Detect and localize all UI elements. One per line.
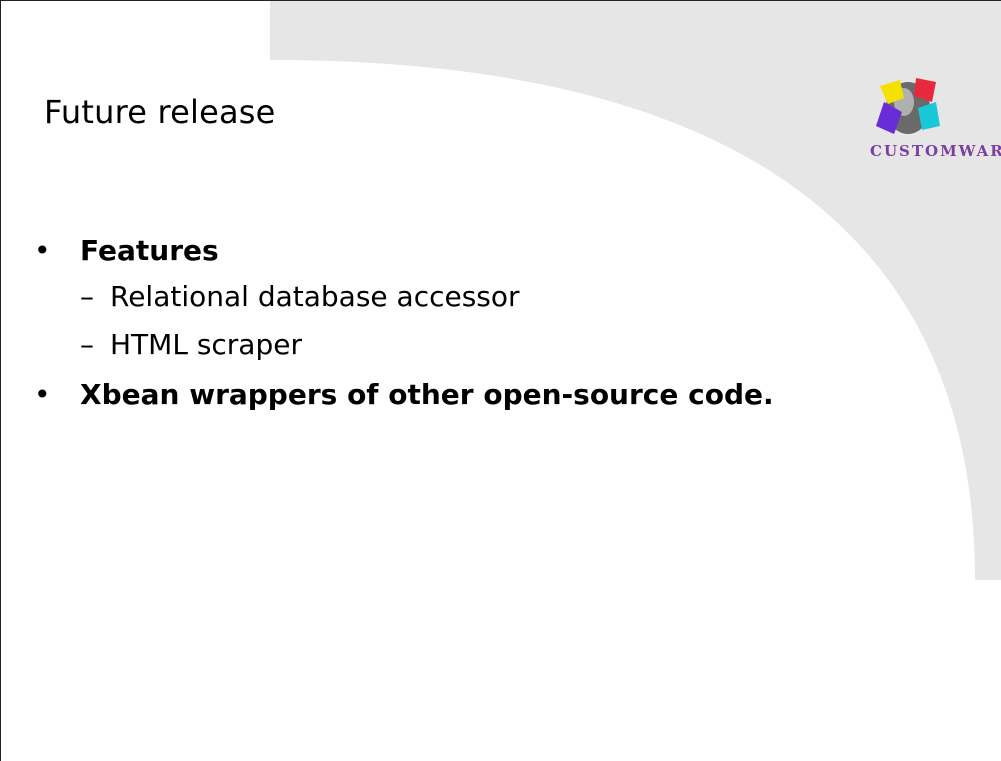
bullet-list: • Features – Relational database accesso… bbox=[26, 230, 886, 422]
bullet-marker: • bbox=[34, 234, 51, 267]
slide: Future release CUSTOMWARE • Features – R… bbox=[0, 0, 1001, 761]
bullet-text: Xbean wrappers of other open-source code… bbox=[80, 378, 774, 411]
customware-logo: CUSTOMWARE bbox=[866, 72, 1001, 168]
sub-bullet-text: HTML scraper bbox=[110, 328, 302, 361]
sub-bullet-marker: – bbox=[80, 328, 94, 361]
bullet-item: • Xbean wrappers of other open-source co… bbox=[26, 374, 886, 416]
sub-bullet-text: Relational database accessor bbox=[110, 280, 520, 313]
slide-title: Future release bbox=[44, 93, 276, 131]
top-border bbox=[0, 0, 1001, 1]
sub-bullet-list: – Relational database accessor – HTML sc… bbox=[80, 276, 886, 366]
logo-wordmark: CUSTOMWARE bbox=[870, 142, 1001, 160]
bullet-text: Features bbox=[80, 234, 219, 267]
bullet-marker: • bbox=[34, 378, 51, 411]
bullet-item: • Features – Relational database accesso… bbox=[26, 230, 886, 366]
sub-bullet-marker: – bbox=[80, 280, 94, 313]
left-border bbox=[0, 0, 1, 761]
sub-bullet-item: – HTML scraper bbox=[80, 324, 886, 366]
sub-bullet-item: – Relational database accessor bbox=[80, 276, 886, 318]
